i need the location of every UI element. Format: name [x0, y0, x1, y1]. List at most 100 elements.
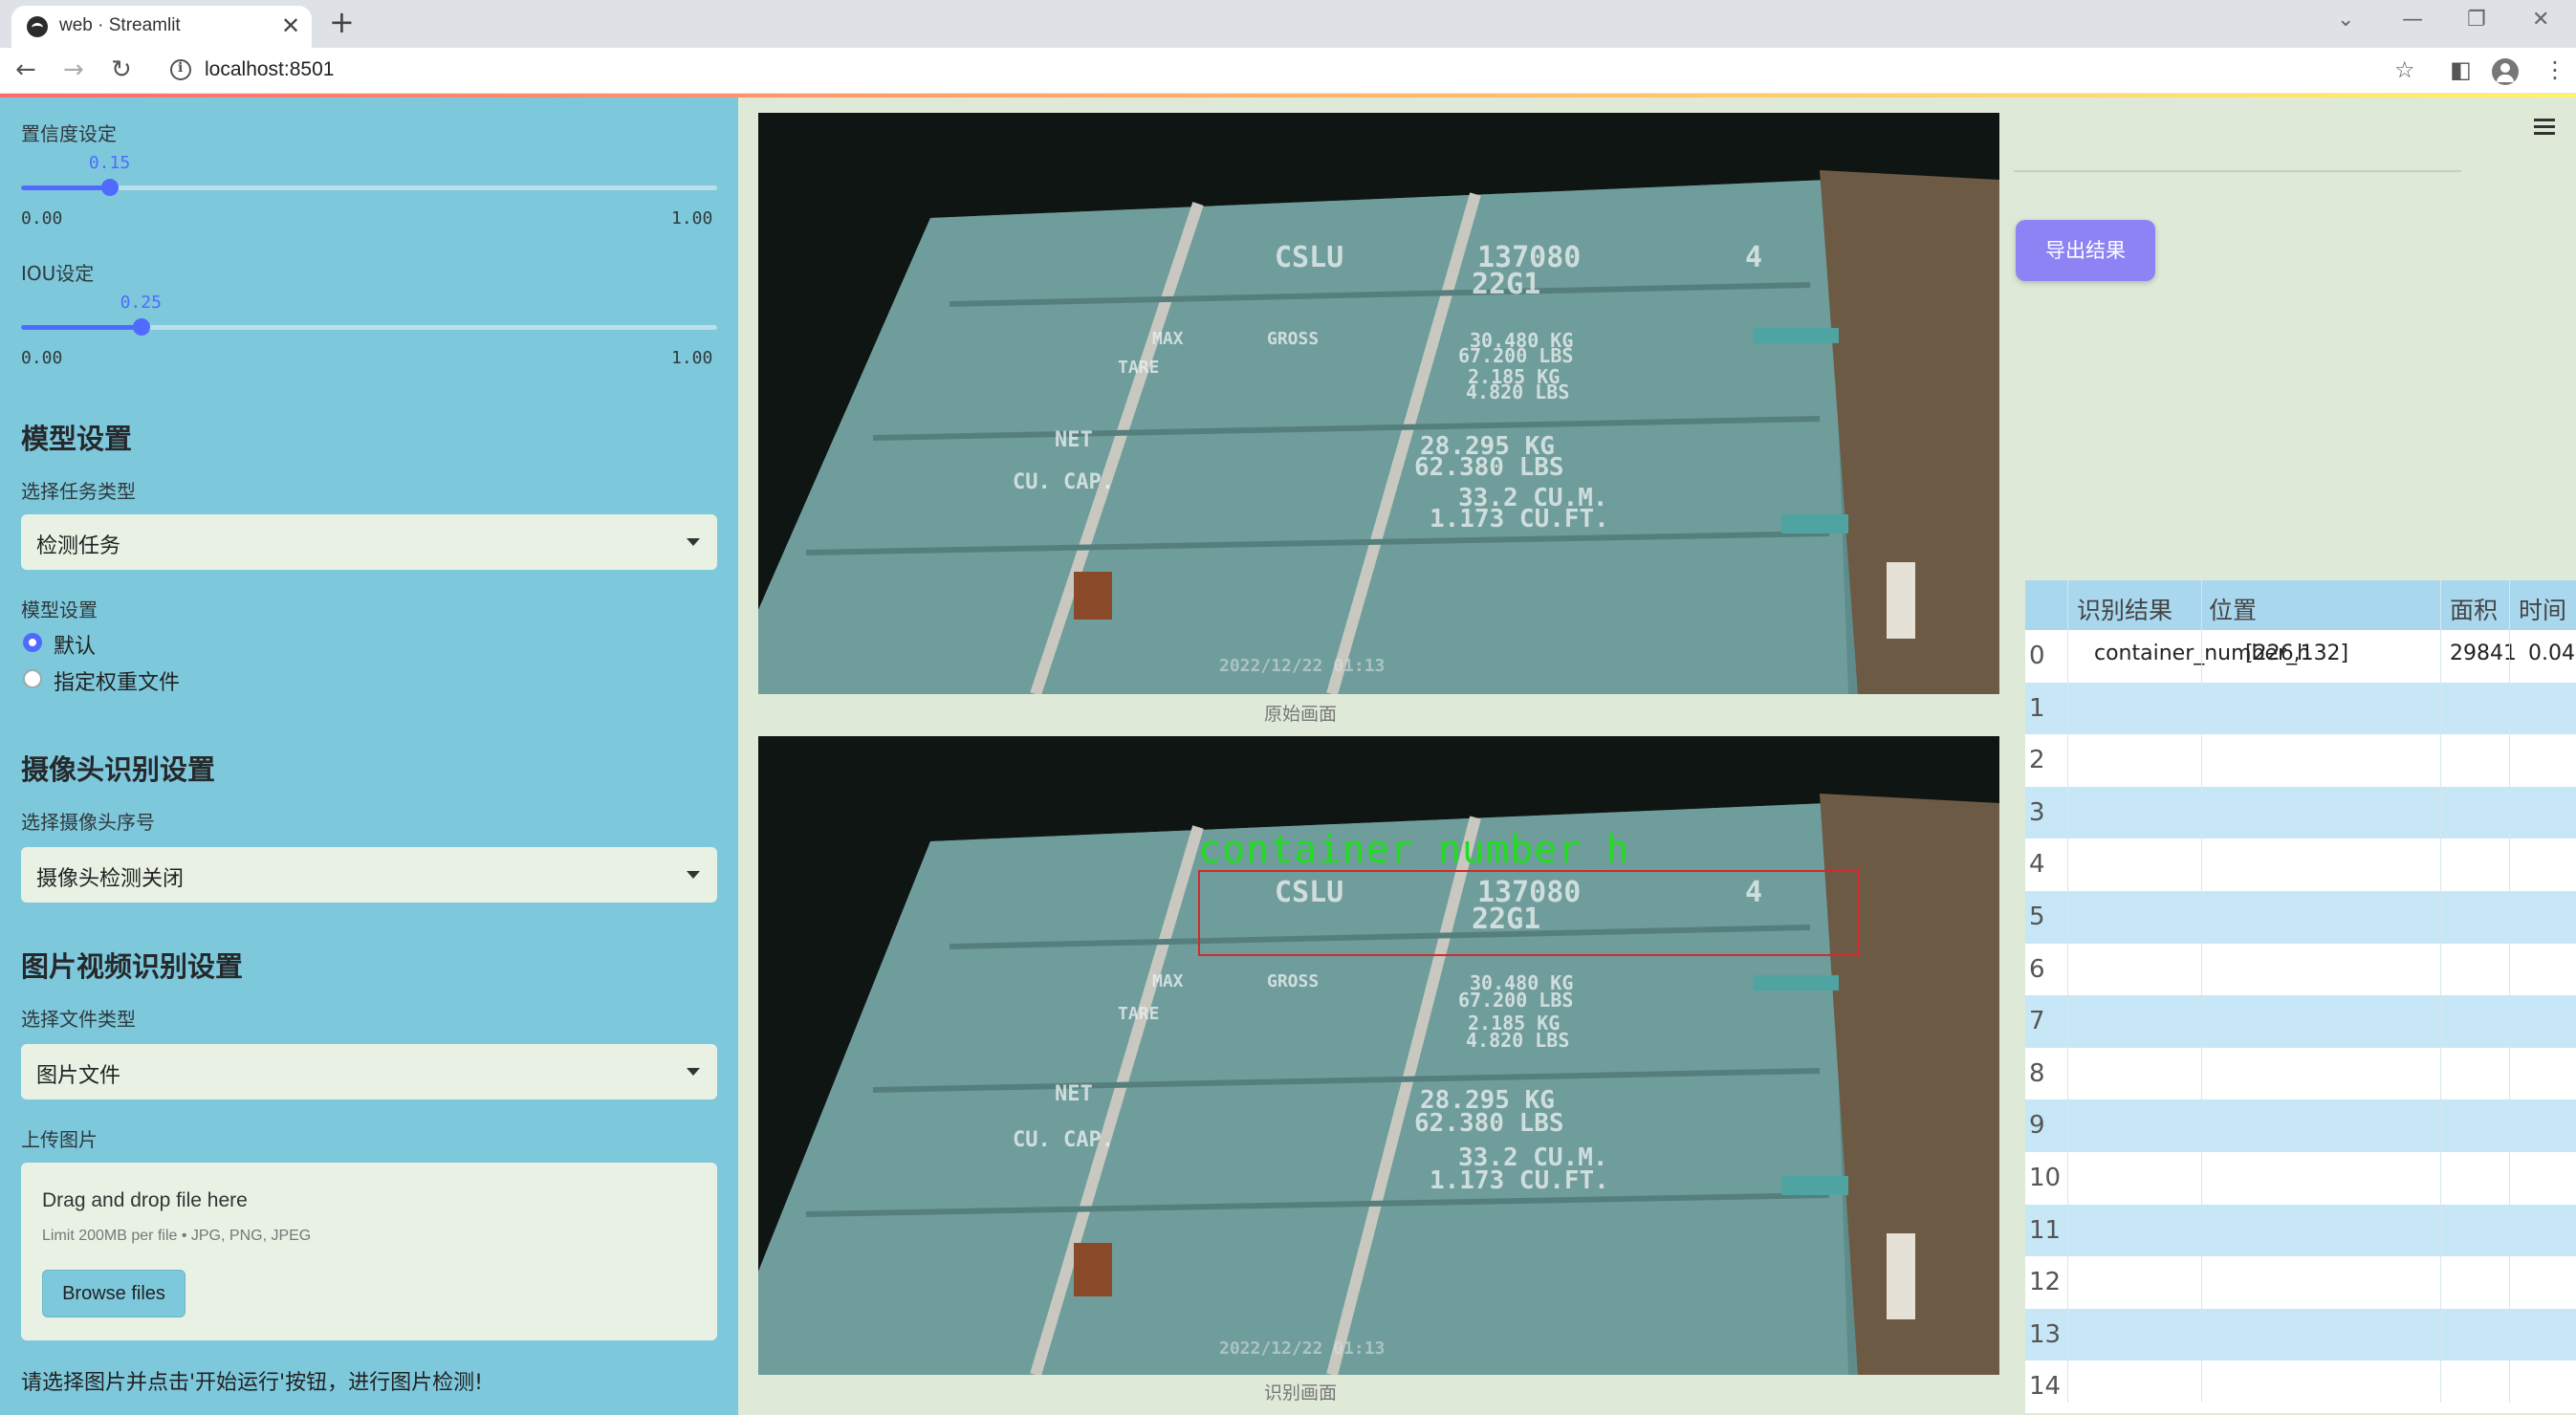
- table-row[interactable]: 13: [2025, 1308, 2576, 1361]
- main-menu-icon[interactable]: [2534, 119, 2555, 136]
- table-row[interactable]: 7: [2025, 995, 2576, 1049]
- column-divider: [2067, 580, 2068, 1403]
- export-results-button[interactable]: 导出结果: [2016, 220, 2155, 281]
- task-type-value: 检测任务: [36, 534, 121, 558]
- column-header-time[interactable]: 时间: [2519, 592, 2566, 626]
- reload-icon[interactable]: ↻: [111, 55, 132, 84]
- radio-default-label[interactable]: 默认: [54, 629, 96, 660]
- table-row[interactable]: 9: [2025, 1099, 2576, 1153]
- column-divider: [2440, 580, 2441, 1403]
- new-tab-icon[interactable]: +: [329, 4, 355, 40]
- confidence-value: 0.15: [88, 153, 131, 173]
- row-index: 10: [2029, 1164, 2062, 1192]
- url-field[interactable]: localhost:8501: [205, 58, 334, 81]
- table-row[interactable]: 8: [2025, 1047, 2576, 1100]
- dropzone-title: Drag and drop file here: [42, 1189, 248, 1211]
- media-settings-heading: 图片视频识别设置: [21, 950, 244, 983]
- column-header-label[interactable]: 识别结果: [2077, 592, 2172, 626]
- file-type-select[interactable]: 图片文件: [21, 1044, 717, 1099]
- row-index: 4: [2029, 850, 2045, 880]
- table-row[interactable]: 11: [2025, 1204, 2576, 1257]
- table-row[interactable]: 14: [2025, 1361, 2576, 1414]
- chevron-down-icon: [687, 1068, 700, 1076]
- original-image: CSLU 137080 4 22G1 MAX GROSS 30.480 KG 6…: [758, 113, 1999, 694]
- table-row[interactable]: 3: [2025, 786, 2576, 839]
- iou-slider[interactable]: [21, 318, 717, 336]
- radio-custom-weights[interactable]: [23, 669, 42, 688]
- model-settings-heading: 模型设置: [21, 423, 133, 455]
- row-index: 7: [2029, 1007, 2045, 1036]
- iou-min: 0.00: [21, 348, 63, 368]
- photo-cu-cap: CU. CAP.: [1013, 1128, 1114, 1152]
- tab-search-chevron-icon[interactable]: ⌄: [2337, 8, 2354, 32]
- iou-slider-thumb[interactable]: [132, 318, 150, 336]
- container-photo-original: [758, 113, 1999, 694]
- photo-check-digit: 4: [1745, 241, 1763, 274]
- back-icon[interactable]: ←: [15, 55, 36, 84]
- browse-files-button[interactable]: Browse files: [42, 1270, 186, 1317]
- confidence-label: 置信度设定: [21, 122, 117, 145]
- photo-net: NET: [1055, 428, 1093, 452]
- photo-tare-lbs: 4.820 LBS: [1466, 381, 1570, 403]
- cell-position: [226,132]: [2245, 642, 2349, 665]
- column-header-area[interactable]: 面积: [2450, 592, 2498, 626]
- address-bar: ← → ↻ localhost:8501 ☆ ◧ ⋮: [0, 48, 2576, 94]
- table-row[interactable]: 4: [2025, 838, 2576, 892]
- row-index: 0: [2029, 642, 2045, 670]
- table-row[interactable]: 5: [2025, 891, 2576, 944]
- iou-value: 0.25: [120, 293, 162, 313]
- table-row[interactable]: 6: [2025, 943, 2576, 996]
- table-row[interactable]: 10: [2025, 1152, 2576, 1205]
- table-row[interactable]: 0 container_number_h [226,132] 29841 0.04: [2025, 630, 2576, 683]
- chevron-down-icon: [687, 538, 700, 546]
- photo-gross-lbs: 67.200 LBS: [1458, 989, 1574, 1012]
- model-label: 模型设置: [21, 599, 98, 621]
- photo-gross-lbs: 67.200 LBS: [1458, 344, 1574, 367]
- table-row[interactable]: 1: [2025, 682, 2576, 735]
- photo-cu-ft: 1.173 CU.FT.: [1430, 505, 1609, 533]
- photo-cu-ft: 1.173 CU.FT.: [1430, 1166, 1609, 1195]
- tab-title: web · Streamlit: [59, 15, 181, 35]
- streamlit-favicon-icon: [27, 16, 48, 37]
- window-close-icon[interactable]: ✕: [2532, 8, 2549, 32]
- camera-index-select[interactable]: 摄像头检测关闭: [21, 847, 717, 903]
- row-index: 8: [2029, 1058, 2045, 1088]
- camera-index-value: 摄像头检测关闭: [36, 867, 185, 891]
- photo-timestamp: 2022/12/22 01:13: [1219, 656, 1386, 676]
- confidence-max: 1.00: [671, 208, 713, 229]
- profile-avatar-icon[interactable]: [2492, 58, 2519, 85]
- site-info-icon[interactable]: [170, 59, 191, 80]
- file-type-label: 选择文件类型: [21, 1008, 136, 1031]
- task-type-select[interactable]: 检测任务: [21, 514, 717, 570]
- column-header-position[interactable]: 位置: [2209, 592, 2257, 626]
- column-divider: [2201, 580, 2202, 1403]
- tab-close-icon[interactable]: ✕: [281, 12, 300, 39]
- row-index: 6: [2029, 954, 2045, 984]
- photo-net-lbs: 62.380 LBS: [1414, 453, 1564, 482]
- detection-bounding-box: [1198, 870, 1860, 956]
- file-dropzone[interactable]: Drag and drop file here Limit 200MB per …: [21, 1163, 717, 1340]
- photo-tare-lbs: 4.820 LBS: [1466, 1029, 1570, 1052]
- side-panel-icon[interactable]: ◧: [2450, 56, 2472, 83]
- confidence-slider[interactable]: [21, 179, 717, 196]
- row-index: 2: [2029, 746, 2045, 775]
- radio-default[interactable]: [23, 633, 42, 652]
- browser-tab[interactable]: web · Streamlit ✕: [11, 6, 312, 48]
- table-row[interactable]: 2: [2025, 734, 2576, 788]
- cell-time: 0.04: [2528, 642, 2575, 665]
- bookmark-star-icon[interactable]: ☆: [2394, 56, 2415, 83]
- upload-label: 上传图片: [21, 1128, 98, 1151]
- browser-menu-icon[interactable]: ⋮: [2543, 56, 2566, 83]
- photo-gross: GROSS: [1267, 329, 1320, 349]
- forward-icon[interactable]: →: [63, 55, 84, 84]
- table-row[interactable]: 12: [2025, 1256, 2576, 1310]
- row-index: 14: [2029, 1372, 2062, 1402]
- photo-timestamp: 2022/12/22 01:13: [1219, 1339, 1386, 1359]
- confidence-slider-thumb[interactable]: [100, 179, 119, 196]
- iou-max: 1.00: [671, 348, 713, 368]
- restore-icon[interactable]: ❐: [2467, 8, 2486, 32]
- result-image: CSLU 137080 4 22G1 MAX GROSS 30.480 KG 6…: [758, 736, 1999, 1375]
- camera-settings-heading: 摄像头识别设置: [21, 753, 216, 786]
- radio-custom-weights-label[interactable]: 指定权重文件: [54, 665, 180, 696]
- minimize-icon[interactable]: —: [2402, 8, 2423, 32]
